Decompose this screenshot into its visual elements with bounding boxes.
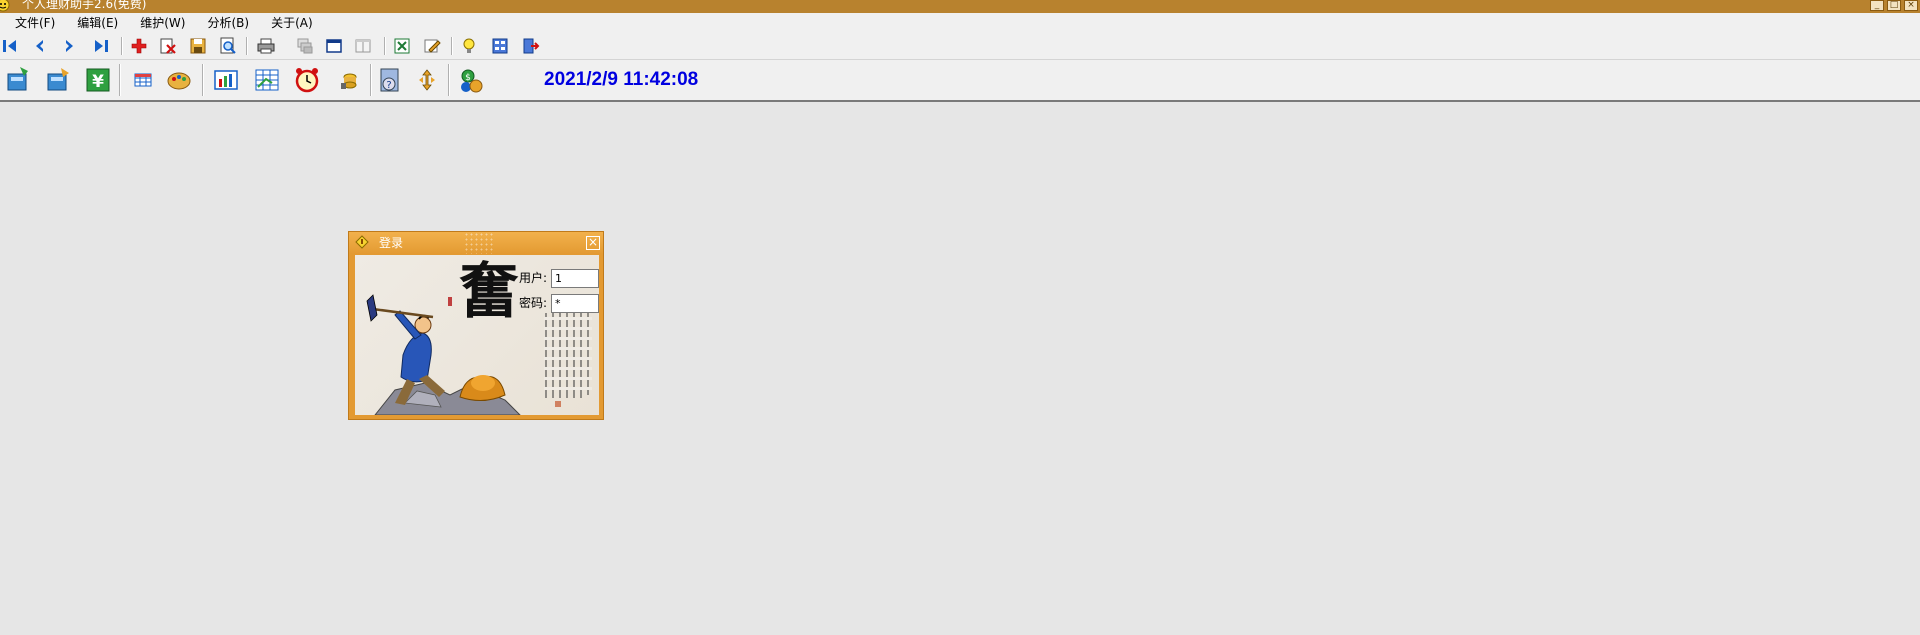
- chart-icon[interactable]: [211, 65, 241, 95]
- title-pattern: [464, 232, 494, 254]
- login-illustration-panel: 奮 用户: 密码:: [355, 255, 599, 415]
- palette-icon[interactable]: [164, 65, 194, 95]
- close-button[interactable]: ×: [1904, 0, 1918, 11]
- menu-about[interactable]: 关于(A): [256, 13, 320, 34]
- password-input[interactable]: [551, 294, 599, 313]
- save-icon[interactable]: [188, 36, 208, 56]
- grid-icon[interactable]: [128, 65, 158, 95]
- login-close-button[interactable]: ×: [586, 236, 600, 250]
- key-icon: [355, 235, 369, 249]
- menu-analyze[interactable]: 分析(B): [192, 13, 256, 34]
- user-input[interactable]: [551, 269, 599, 288]
- preview-icon[interactable]: [218, 36, 238, 56]
- add-record-icon[interactable]: [129, 36, 149, 56]
- user-label: 用户:: [519, 271, 548, 285]
- edit-icon[interactable]: [422, 36, 442, 56]
- calculator-icon[interactable]: [490, 36, 510, 56]
- svg-text:$: $: [465, 73, 471, 83]
- print-icon[interactable]: [256, 36, 276, 56]
- menu-bar: 文件(F) 编辑(E) 维护(W) 分析(B) 关于(A): [0, 13, 1920, 34]
- calligraphy-character: 奮: [459, 257, 519, 327]
- last-record-icon[interactable]: [91, 36, 111, 56]
- navigation-toolbar: [0, 34, 1920, 60]
- alarm-clock-icon[interactable]: [292, 65, 322, 95]
- first-record-icon[interactable]: [0, 36, 20, 56]
- login-dialog: 登录 × 奮 用户: 1 密码: *: [348, 231, 604, 420]
- login-dialog-title: 登录: [379, 236, 404, 250]
- next-record-icon[interactable]: [59, 36, 79, 56]
- window-icon[interactable]: [324, 36, 344, 56]
- clock-display: 2021/2/9 11:42:08: [544, 69, 699, 90]
- yuan-icon[interactable]: ¥: [83, 65, 113, 95]
- menu-file[interactable]: 文件(F): [0, 13, 62, 34]
- window-title: 个人理财助手2.6(免费): [22, 0, 147, 11]
- coins-icon[interactable]: [333, 65, 363, 95]
- help-book-icon[interactable]: ?: [375, 65, 405, 95]
- delete-record-icon[interactable]: [158, 36, 178, 56]
- arrows-icon[interactable]: [412, 65, 442, 95]
- exit-icon[interactable]: [520, 36, 540, 56]
- login-dialog-titlebar[interactable]: 登录 ×: [349, 232, 603, 254]
- function-toolbar: ¥ ? $ 2021/2/9 11:42:08: [0, 60, 1920, 102]
- menu-maintain[interactable]: 维护(W): [125, 13, 192, 34]
- maximize-button[interactable]: □: [1887, 0, 1901, 11]
- transfer-icon[interactable]: [43, 65, 73, 95]
- columns-icon[interactable]: [353, 36, 373, 56]
- svg-text:?: ?: [386, 80, 391, 91]
- excel-export-icon[interactable]: [392, 36, 412, 56]
- tip-bulb-icon[interactable]: [459, 36, 479, 56]
- copy-icon[interactable]: [295, 36, 315, 56]
- minimize-button[interactable]: _: [1870, 0, 1884, 11]
- menu-edit[interactable]: 编辑(E): [62, 13, 125, 34]
- password-label: 密码:: [519, 296, 548, 310]
- report-icon[interactable]: [252, 65, 282, 95]
- svg-text:¥: ¥: [92, 72, 104, 92]
- title-bar: 个人理财助手2.6(免费) _ □ ×: [0, 0, 1920, 13]
- prev-record-icon[interactable]: [30, 36, 50, 56]
- account-icon[interactable]: [3, 65, 33, 95]
- user-money-icon[interactable]: $: [456, 65, 486, 95]
- app-smiley-icon: [0, 0, 10, 12]
